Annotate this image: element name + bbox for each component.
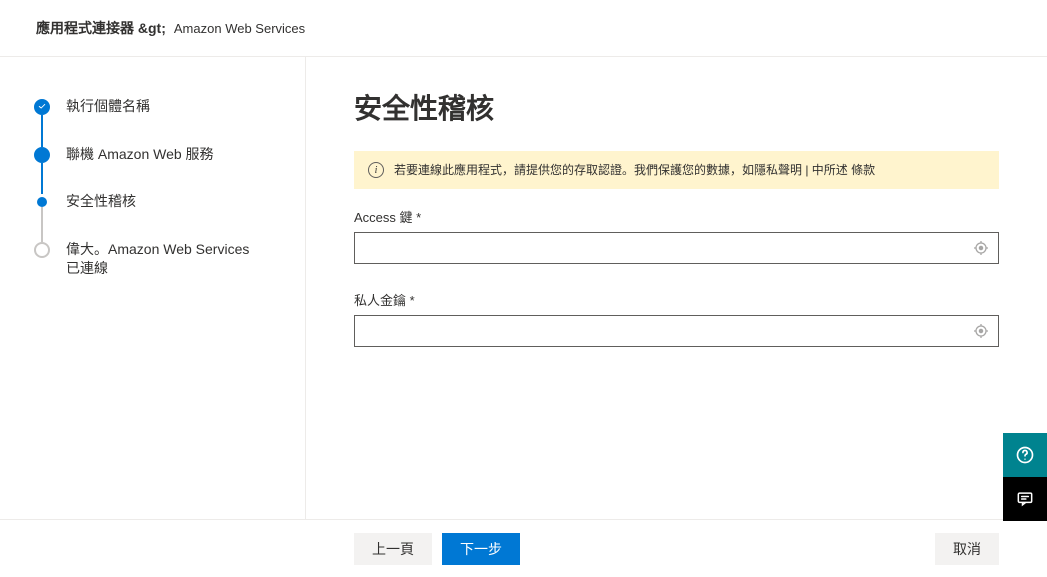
breadcrumb-root[interactable]: 應用程式連接器 &gt; bbox=[36, 18, 166, 38]
help-button[interactable] bbox=[1003, 433, 1047, 477]
step-dot-icon bbox=[34, 147, 50, 163]
reveal-icon[interactable] bbox=[973, 323, 989, 339]
check-icon bbox=[34, 99, 50, 115]
breadcrumb: 應用程式連接器 &gt; Amazon Web Services bbox=[0, 0, 1047, 57]
cancel-button[interactable]: 取消 bbox=[935, 533, 999, 565]
step-label: 聯機 Amazon Web 服務 bbox=[66, 145, 266, 165]
prev-button[interactable]: 上一頁 bbox=[354, 533, 432, 565]
access-key-label: Access 鍵 * bbox=[354, 207, 999, 226]
access-key-input[interactable] bbox=[354, 232, 999, 264]
private-key-label: 私人金鑰 * bbox=[354, 290, 999, 309]
breadcrumb-current: Amazon Web Services bbox=[174, 21, 305, 36]
wizard-footer: 上一頁 下一步 取消 bbox=[0, 519, 1047, 577]
info-banner-text: 若要連線此應用程式，請提供您的存取認證。我們保護您的數據，如隱私聲明 | 中所述… bbox=[394, 161, 875, 179]
step-instance-name[interactable]: 執行個體名稱 bbox=[34, 97, 305, 145]
private-key-input[interactable] bbox=[354, 315, 999, 347]
info-banner: i 若要連線此應用程式，請提供您的存取認證。我們保護您的數據，如隱私聲明 | 中… bbox=[354, 151, 999, 189]
step-security-audit[interactable]: 安全性稽核 bbox=[34, 192, 305, 240]
main-content: 安全性稽核 i 若要連線此應用程式，請提供您的存取認證。我們保護您的數據，如隱私… bbox=[306, 57, 1047, 519]
field-access-key: Access 鍵 * bbox=[354, 207, 999, 264]
floating-actions bbox=[1003, 433, 1047, 521]
field-private-key: 私人金鑰 * bbox=[354, 290, 999, 347]
wizard-steps: 執行個體名稱 聯機 Amazon Web 服務 安全性稽核 偉大。Amazon … bbox=[0, 57, 306, 519]
step-label: 偉大。Amazon Web Services 已連線 bbox=[66, 240, 266, 279]
step-label: 安全性稽核 bbox=[66, 192, 266, 212]
feedback-button[interactable] bbox=[1003, 477, 1047, 521]
step-label: 執行個體名稱 bbox=[66, 97, 266, 117]
step-connected: 偉大。Amazon Web Services 已連線 bbox=[34, 240, 305, 279]
step-connect-aws[interactable]: 聯機 Amazon Web 服務 bbox=[34, 145, 305, 193]
page-title: 安全性稽核 bbox=[354, 87, 999, 127]
info-icon: i bbox=[368, 162, 384, 178]
reveal-icon[interactable] bbox=[973, 240, 989, 256]
next-button[interactable]: 下一步 bbox=[442, 533, 520, 565]
step-dot-icon bbox=[37, 197, 47, 207]
step-dot-icon bbox=[34, 242, 50, 258]
